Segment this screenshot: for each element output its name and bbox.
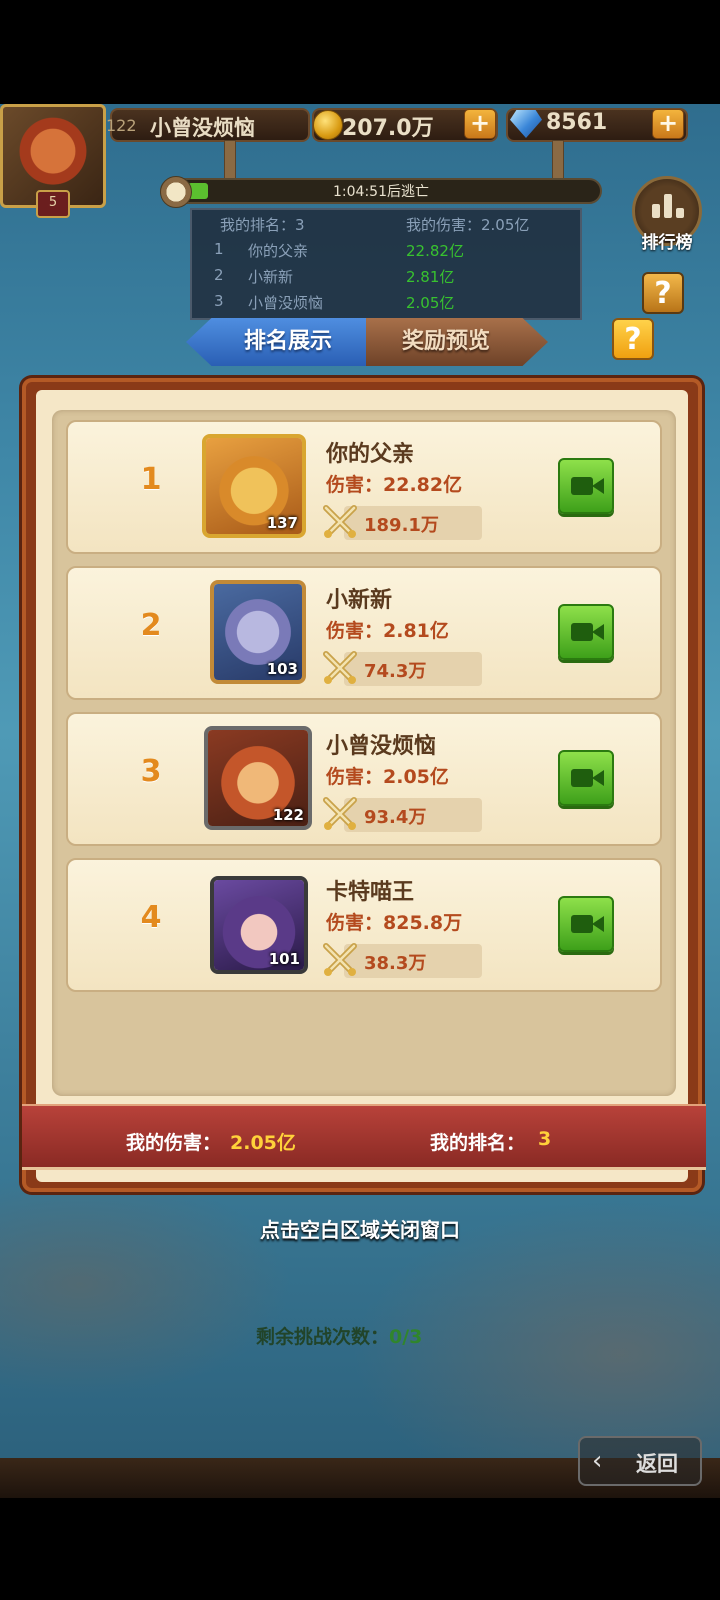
my-rank-value: 3 [538,1128,552,1150]
ranking-row: 1 137 你的父亲 伤害：22.82亿 189.1万 [66,420,662,554]
mini-row-rank: 3 [214,292,224,310]
rope-right [552,140,564,182]
replay-video-button[interactable] [558,458,614,514]
rank-number: 1 [140,462,162,497]
player-name: 卡特喵王 [326,880,415,905]
power-value: 93.4万 [364,807,427,828]
coin-icon [313,110,343,140]
player-level: 122 [106,116,137,135]
player-name: 小新新 [326,588,393,613]
boss-timer-text: 1:04:51后逃亡 [333,184,429,200]
crossed-swords-icon [323,797,357,830]
my-rank-label: 我的排名： [430,1132,526,1154]
crossed-swords-icon [323,505,357,538]
mini-row-value: 22.82亿 [406,242,464,260]
ranking-row: 2 103 小新新 伤害：2.81亿 74.3万 [66,566,662,700]
power-value: 189.1万 [364,515,439,536]
replay-video-button[interactable] [558,604,614,660]
power-value: 38.3万 [364,953,427,974]
hero-portrait[interactable]: 103 [210,580,306,684]
mini-row-name: 小曾没烦恼 [248,294,324,312]
power-value: 74.3万 [364,661,427,682]
rank-number: 3 [140,754,162,789]
mini-row-rank: 1 [214,240,224,258]
hero-level: 101 [268,950,300,968]
remaining-label: 剩余挑战次数： [256,1326,390,1348]
help-button[interactable]: ? [642,272,684,314]
rank-number: 2 [140,608,162,643]
add-gems-button[interactable]: + [652,109,684,139]
back-arrow-icon: ‹ [592,1446,603,1476]
mini-row-name: 小新新 [248,268,294,286]
rules-help-button[interactable]: ? [612,318,654,360]
hero-portrait[interactable]: 122 [204,726,312,830]
rank-number: 4 [140,900,162,935]
ranking-row: 3 122 小曾没烦恼 伤害：2.05亿 93.4万 [66,712,662,846]
damage-value: 伤害：2.81亿 [326,620,449,642]
close-hint: 点击空白区域关闭窗口 [260,1218,460,1242]
replay-video-button[interactable] [558,750,614,806]
player-name: 小曾没烦恼 [326,734,437,759]
hero-level: 137 [266,514,298,532]
hero-portrait[interactable]: 137 [202,434,306,538]
video-camera-icon [571,915,593,933]
mini-row-value: 2.81亿 [406,268,455,286]
video-camera-icon [571,623,593,641]
damage-value: 伤害：22.82亿 [326,474,463,496]
my-damage-label: 我的伤害： [126,1132,222,1154]
hero-portrait[interactable]: 101 [210,876,308,974]
gem-amount: 8561 [546,110,608,135]
video-camera-icon [571,769,593,787]
mini-row-name: 你的父亲 [248,242,309,260]
vip-badge: 5 [36,190,70,218]
damage-value: 伤害：825.8万 [326,912,463,934]
my-stats-ribbon [22,1104,706,1170]
rope-left [224,140,236,182]
leaderboard-label[interactable]: 排行榜 [630,228,704,253]
damage-value: 伤害：2.05亿 [326,766,449,788]
gold-amount: 207.0万 [342,116,434,141]
remaining-count: 0/3 [389,1326,423,1348]
tab-ranking[interactable]: 排名展示 [186,318,368,366]
video-camera-icon [571,477,593,495]
hero-level: 103 [266,660,298,678]
mini-row-rank: 2 [214,266,224,284]
mini-row-value: 2.05亿 [406,294,455,312]
replay-video-button[interactable] [558,896,614,952]
hero-level: 122 [272,806,304,824]
crossed-swords-icon [323,943,357,976]
add-gold-button[interactable]: + [464,109,496,139]
bar-chart-icon [650,192,686,218]
tab-rewards[interactable]: 奖励预览 [366,318,548,366]
mini-my-damage: 我的伤害：2.05亿 [406,216,530,234]
mini-my-rank: 我的排名：3 [220,216,305,234]
player-name: 小曾没烦恼 [150,116,255,140]
back-label[interactable]: 返回 [636,1448,678,1478]
remaining-challenges: 剩余挑战次数：0/3 [256,1322,422,1349]
mini-leaderboard: 我的排名：3 我的伤害：2.05亿 1 你的父亲 22.82亿 2 小新新 2.… [190,208,582,320]
player-name: 你的父亲 [326,442,415,467]
ranking-row: 4 101 卡特喵王 伤害：825.8万 38.3万 [66,858,662,992]
my-damage-value: 2.05亿 [230,1132,296,1154]
crossed-swords-icon [323,651,357,684]
